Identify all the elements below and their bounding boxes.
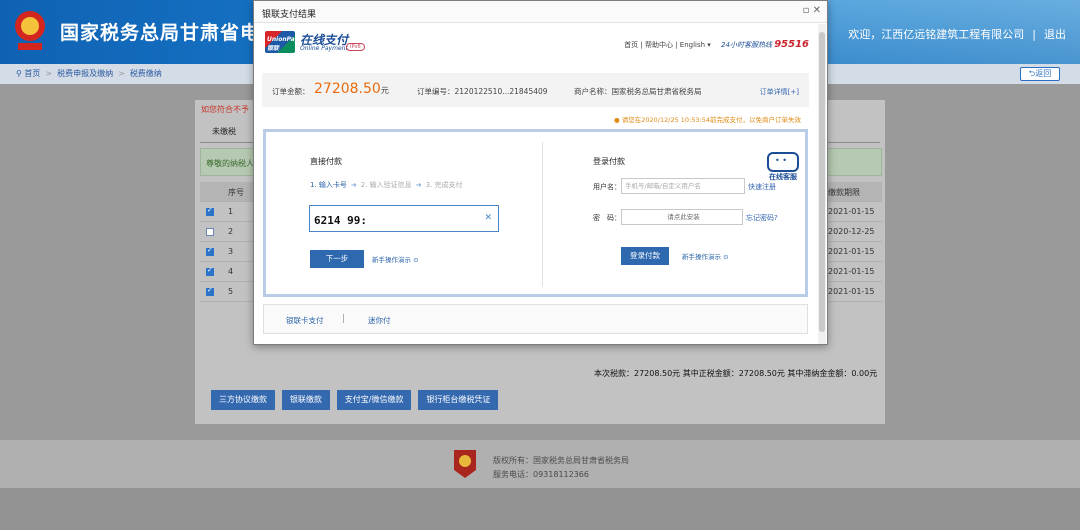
step-1: 1. 输入卡号 <box>310 181 347 189</box>
row-no: 3 <box>228 247 234 256</box>
row-no: 4 <box>228 267 234 276</box>
row-checkbox[interactable] <box>206 206 214 216</box>
pay-steps: 1. 输入卡号 ➜ 2. 输入验证信息 ➜ 3. 完成支付 <box>310 180 462 190</box>
step-2: 2. 输入验证信息 <box>360 181 412 189</box>
alipay-wechat-button[interactable]: 支付宝/微信缴款 <box>336 390 412 410</box>
online-service-label: 在线客服 <box>769 173 797 181</box>
window-controls[interactable]: ▫ ✕ <box>803 5 821 16</box>
row-checkbox[interactable] <box>206 286 214 296</box>
row-no: 5 <box>228 287 234 296</box>
hotline-number: 95516 <box>774 39 809 50</box>
payment-divider <box>542 142 543 287</box>
tripartite-pay-button[interactable]: 三方协议缴款 <box>211 390 275 410</box>
tab-unpaid[interactable]: 未缴税 <box>212 126 236 137</box>
hotline-label: 24小时客服热线 <box>721 41 772 49</box>
order-number: 订单编号：2120122510...21845409 <box>417 87 548 96</box>
order-detail-link[interactable]: 订单详情[+] <box>760 87 799 97</box>
site-footer: 版权所有：国家税务总局甘肃省税务局 服务电话：09318112366 <box>0 440 1080 488</box>
copyright: 版权所有：国家税务总局甘肃省税务局 <box>493 456 629 465</box>
tab-unionpay-card[interactable]: 银联卡支付 <box>286 315 324 326</box>
unionpay-logo-icon: UnionPay 银联 <box>265 31 298 53</box>
password-input[interactable]: 请点此安装 <box>621 209 743 225</box>
row-no: 1 <box>228 207 234 216</box>
breadcrumb: ⚲ 首页 > 税费申报及缴纳 > 税费缴纳 <box>16 69 162 78</box>
logout-link[interactable]: 退出 <box>1044 28 1066 41</box>
order-amount-label: 订单金额： <box>272 87 310 96</box>
row-due: 2021-01-15 <box>828 267 875 276</box>
row-due: 2021-01-15 <box>828 207 875 216</box>
modal-title: 银联支付结果 <box>262 10 317 20</box>
deadline-notice: ● 请您在2020/12/25 10:53:54前完成支付，以免商户订单失效 <box>614 116 801 124</box>
payment-box: 直接付款 1. 输入卡号 ➜ 2. 输入验证信息 ➜ 3. 完成支付 6214 99: … <box>263 129 808 297</box>
tax-summary: 本次税款：27208.50元 其中正税金额：27208.50元 其中滞纳金金额：… <box>594 369 878 378</box>
info-icon: ⊙ <box>413 256 419 264</box>
row-due: 2021-01-15 <box>828 247 875 256</box>
brand-en: Online Payment <box>300 45 348 52</box>
order-info: 订单金额： 27208.50元 订单编号：2120122510...218454… <box>262 73 809 107</box>
card-number-input[interactable]: 6214 99: ✕ <box>309 205 499 232</box>
bank-counter-button[interactable]: 银行柜台缴税凭证 <box>418 390 499 410</box>
ipv6-badge: IPv6 <box>346 43 365 51</box>
breadcrumb-declare[interactable]: 税费申报及缴纳 <box>57 69 113 78</box>
notice-text: 尊敬的纳税人 <box>206 159 254 168</box>
arrow-right-icon: ➜ <box>415 181 422 189</box>
nav-links[interactable]: 首页 | 帮助中心 | English ▾ <box>624 41 711 49</box>
order-amount: 27208.50元 <box>314 81 389 97</box>
direct-pay-title: 直接付款 <box>310 157 342 166</box>
row-due: 2020-12-25 <box>828 227 875 236</box>
breadcrumb-home[interactable]: 首页 <box>24 69 40 78</box>
tab-separator: | <box>342 314 346 324</box>
scrollbar-thumb[interactable] <box>819 32 825 332</box>
username-input[interactable]: 手机号/邮箱/自定义用户名 <box>621 178 745 194</box>
arrow-right-icon: ➜ <box>350 181 357 189</box>
register-link[interactable]: 快速注册 <box>748 182 776 192</box>
action-buttons: 三方协议缴款 银联缴款 支付宝/微信缴款 银行柜台缴税凭证 <box>211 390 502 410</box>
location-pin-icon: ● <box>614 116 620 124</box>
unionpay-nav: 首页 | 帮助中心 | English ▾ 24小时客服热线 95516 <box>624 39 809 50</box>
unionpay-pay-button[interactable]: 银联缴款 <box>281 390 330 410</box>
tab-mini-pay[interactable]: 迷你付 <box>368 315 391 326</box>
card-number-value: 6214 99: <box>314 214 367 227</box>
clear-icon[interactable]: ✕ <box>484 213 492 223</box>
forgot-password-link[interactable]: 忘记密码? <box>746 213 778 223</box>
login-guide-link[interactable]: 新手操作演示 ⊙ <box>682 251 729 261</box>
row-no: 2 <box>228 227 234 236</box>
password-label: 密 码： <box>593 214 621 222</box>
row-checkbox[interactable] <box>206 246 214 256</box>
service-phone: 服务电话：09318112366 <box>493 470 589 479</box>
footer-text: 版权所有：国家税务总局甘肃省税务局 服务电话：09318112366 <box>493 454 629 482</box>
chat-icon <box>767 152 799 172</box>
col-due-header: 缴款期限 <box>828 188 860 197</box>
col-no-header: 序号 <box>228 188 244 197</box>
info-icon: ⊙ <box>723 253 729 261</box>
welcome-text: 欢迎，江西亿远铭建筑工程有限公司 <box>848 28 1025 41</box>
breadcrumb-current: 税费缴纳 <box>129 69 162 78</box>
row-checkbox[interactable] <box>206 228 214 236</box>
modal-scrollbar[interactable] <box>818 24 826 344</box>
tax-emblem-icon <box>15 11 45 50</box>
tax-emblem-icon <box>454 450 476 478</box>
warning-text: 如您符合不予 <box>201 105 249 114</box>
merchant-name: 商户名称：国家税务总局甘肃省税务局 <box>574 87 702 96</box>
payment-tabs: 银联卡支付 | 迷你付 <box>263 304 808 334</box>
unionpay-header: UnionPay 银联 在线支付 Online Payment IPv6 首页 … <box>262 25 817 63</box>
username-label: 用户名： <box>593 183 621 191</box>
login-pay-title: 登录付款 <box>593 157 625 166</box>
direct-guide-link[interactable]: 新手操作演示 ⊙ <box>372 254 419 264</box>
bottom-area <box>0 488 1080 530</box>
step-3: 3. 完成支付 <box>425 181 463 189</box>
login-pay-button[interactable]: 登录付款 <box>621 247 669 265</box>
row-due: 2021-01-15 <box>828 287 875 296</box>
next-step-button[interactable]: 下一步 <box>310 250 364 268</box>
modal-titlebar: 银联支付结果 ▫ ✕ <box>254 1 827 23</box>
welcome-bar: 欢迎，江西亿远铭建筑工程有限公司 | 退出 <box>848 28 1066 41</box>
unionpay-modal: 银联支付结果 ▫ ✕ UnionPay 银联 在线支付 Online Payme… <box>253 0 828 345</box>
location-icon: ⚲ <box>16 69 22 78</box>
back-button[interactable]: ⮌返回 <box>1020 67 1060 81</box>
online-service[interactable]: 在线客服 <box>767 152 799 182</box>
row-checkbox[interactable] <box>206 266 214 276</box>
